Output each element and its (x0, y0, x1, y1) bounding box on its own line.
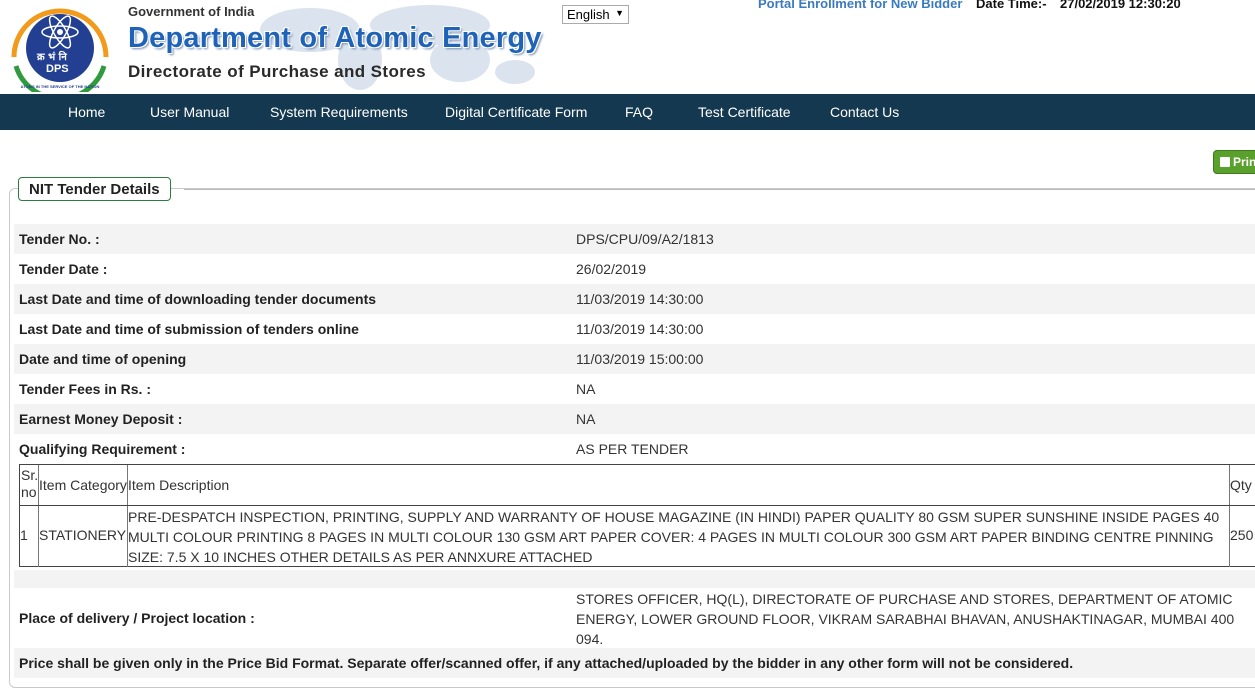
field-label: Date and time of opening (19, 351, 187, 367)
field-row: Tender Date : 26/02/2019 (14, 254, 1255, 284)
nav-test-certificate[interactable]: Test Certificate (698, 104, 791, 120)
field-label: Tender Fees in Rs. : (19, 381, 151, 397)
field-value: 11/03/2019 14:30:00 (576, 291, 704, 307)
datetime-label: Date Time:- (976, 0, 1047, 11)
print-label: Print (1233, 155, 1255, 169)
government-of-india-label: Government of India (128, 4, 255, 19)
cell-category: STATIONERY (39, 506, 128, 567)
field-label: Tender No. : (19, 231, 100, 247)
field-row: Tender Fees in Rs. : NA (14, 374, 1255, 404)
print-button[interactable]: Print (1213, 150, 1255, 174)
printer-icon (1220, 157, 1230, 167)
cell-sr: 1 (20, 506, 39, 567)
price-note-row: Price shall be given only in the Price B… (14, 648, 1255, 678)
col-header-sr: Sr. no (20, 465, 39, 505)
field-value: 11/03/2019 14:30:00 (576, 321, 704, 337)
field-value: NA (576, 381, 596, 397)
delivery-label: Place of delivery / Project location : (19, 610, 255, 626)
col-header-qty: Qty (1230, 477, 1252, 493)
table-row: 1 STATIONERY PRE-DESPATCH INSPECTION, PR… (20, 506, 1255, 567)
nav-contact-us[interactable]: Contact Us (830, 104, 899, 120)
nav-digital-certificate-form[interactable]: Digital Certificate Form (445, 104, 587, 120)
dropdown-arrow-icon: ▼ (615, 8, 624, 18)
field-label: Last Date and time of submission of tend… (19, 321, 359, 337)
field-row: Tender No. : DPS/CPU/09/A2/1813 (14, 224, 1255, 254)
field-row: Qualifying Requirement : AS PER TENDER (14, 434, 1255, 464)
cell-qty: 250 (1230, 527, 1254, 543)
field-row: Last Date and time of submission of tend… (14, 314, 1255, 344)
nav-faq[interactable]: FAQ (625, 104, 653, 120)
table-header-row: Sr. no Item Category Item Description Qt… (20, 465, 1255, 506)
language-selected-value: English (567, 7, 610, 22)
dps-logo-icon (11, 8, 109, 92)
field-value: DPS/CPU/09/A2/1813 (576, 231, 714, 247)
section-title: NIT Tender Details (18, 177, 171, 201)
nav-home[interactable]: Home (68, 104, 105, 120)
field-label: Earnest Money Deposit : (19, 411, 183, 427)
legend-divider (184, 189, 1255, 190)
field-value: AS PER TENDER (576, 441, 689, 457)
logo-ring-text: ATOMS IN THE SERVICE OF THE NATION (20, 84, 100, 89)
price-note: Price shall be given only in the Price B… (19, 655, 1074, 671)
delivery-row: Place of delivery / Project location : S… (14, 588, 1255, 648)
site-header: क्र भं नि DPS ATOMS IN THE SERVICE OF TH… (0, 0, 1255, 94)
main-nav: Home User Manual System Requirements Dig… (0, 94, 1255, 130)
field-row: Earnest Money Deposit : NA (14, 404, 1255, 434)
enrollment-link[interactable]: Portal Enrollment for New Bidder (758, 0, 962, 11)
field-value: 11/03/2019 15:00:00 (576, 351, 704, 367)
field-value: NA (576, 411, 596, 427)
field-row: Last Date and time of downloading tender… (14, 284, 1255, 314)
spacer-row (14, 570, 1255, 588)
field-row: Date and time of opening 11/03/2019 15:0… (14, 344, 1255, 374)
cell-description: PRE-DESPATCH INSPECTION, PRINTING, SUPPL… (128, 506, 1230, 567)
language-select[interactable]: English ▼ (562, 5, 629, 24)
directorate-title: Directorate of Purchase and Stores (128, 62, 426, 81)
department-title: Department of Atomic Energy (128, 22, 542, 54)
nav-system-requirements[interactable]: System Requirements (270, 104, 408, 120)
field-label: Tender Date : (19, 261, 108, 277)
col-header-category: Item Category (39, 465, 128, 505)
datetime-value: 27/02/2019 12:30:20 (1060, 0, 1181, 11)
field-label: Qualifying Requirement : (19, 441, 186, 457)
field-label: Last Date and time of downloading tender… (19, 291, 377, 307)
field-value: 26/02/2019 (576, 261, 647, 277)
logo-hindi-text: क्र भं नि (37, 52, 67, 63)
nav-user-manual[interactable]: User Manual (150, 104, 229, 120)
items-table: Sr. no Item Category Item Description Qt… (19, 464, 1255, 567)
col-header-description: Item Description (128, 465, 1230, 505)
delivery-value: STORES OFFICER, HQ(L), DIRECTORATE OF PU… (576, 591, 1235, 647)
logo-dps-text: DPS (46, 63, 69, 75)
